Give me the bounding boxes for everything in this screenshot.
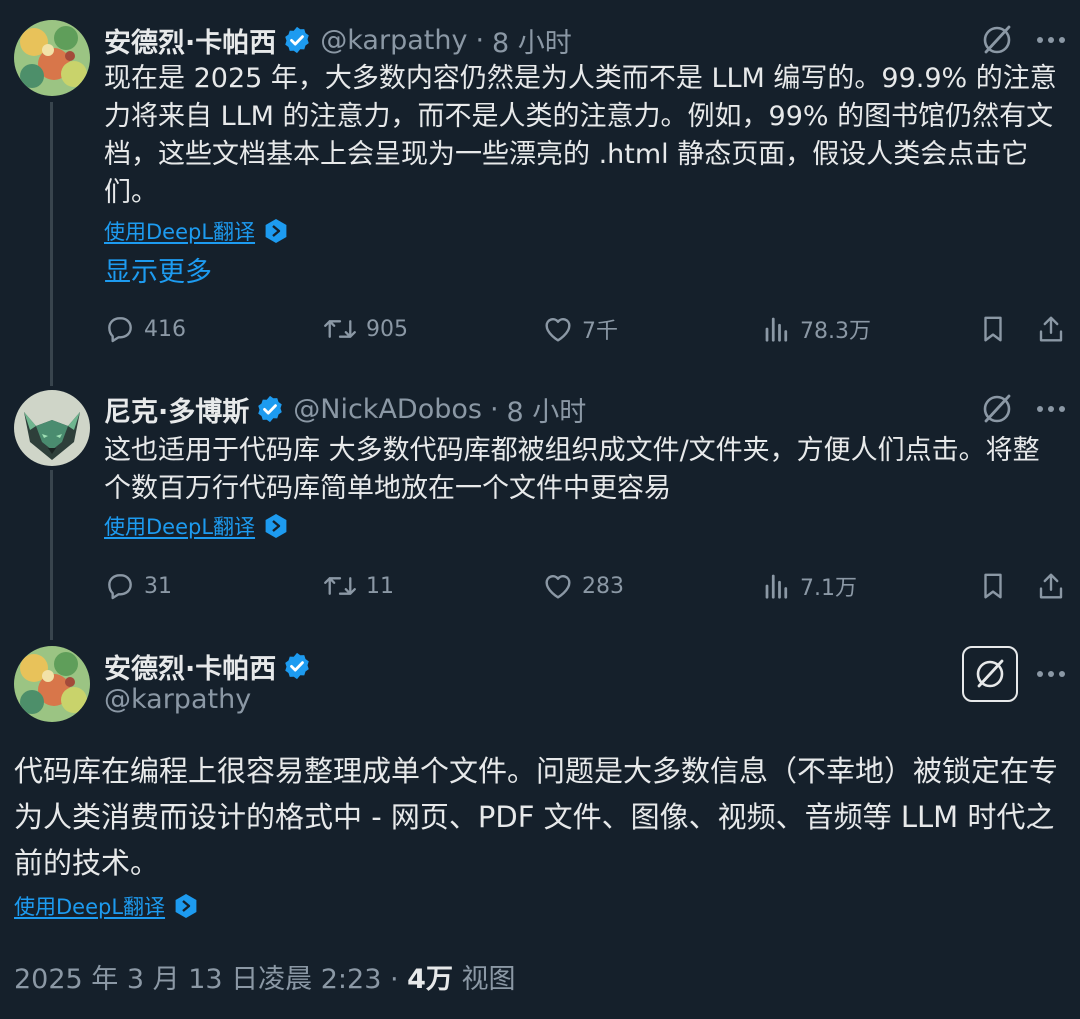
avatar-nickadobos[interactable] [14, 390, 90, 466]
tweet-time[interactable]: 8 小时 [492, 21, 572, 60]
like-count: 283 [582, 573, 624, 599]
bookmark-button[interactable] [978, 309, 1008, 349]
deepl-icon [175, 894, 197, 918]
share-button[interactable] [1036, 566, 1066, 606]
translate-link[interactable]: 使用DeepL翻译 [104, 216, 289, 246]
like-button[interactable]: 283 [542, 566, 624, 606]
tweet-header-actions [980, 20, 1066, 60]
analytics-icon [765, 317, 788, 342]
views-label: 视图 [461, 964, 516, 995]
retweet-button[interactable]: 905 [322, 309, 408, 349]
heart-icon [545, 318, 571, 342]
bookmark-icon [984, 573, 1002, 599]
views-button[interactable]: 78.3万 [762, 309, 871, 349]
heart-icon [545, 575, 571, 599]
author-name[interactable]: 尼克·多博斯 [104, 390, 249, 429]
tweet-thread-page: 安德烈·卡帕西 @karpathy · 8 小时 现在是 2025 年，大多数内… [0, 0, 1080, 1019]
views-total: 4万 [407, 964, 453, 995]
reply-icon [108, 317, 132, 343]
grok-icon[interactable] [980, 23, 1014, 57]
avatar-karpathy[interactable] [14, 646, 90, 722]
verified-badge-icon [285, 652, 310, 680]
author-name[interactable]: 安德烈·卡帕西 [104, 21, 276, 60]
action-bar: 416 905 7千 78.3万 [104, 309, 1066, 349]
separator-dot: · [389, 964, 399, 995]
tweet-text: 这也适用于代码库 大多数代码库都被组织成文件/文件夹，方便人们点击。将整个数百万… [104, 435, 1040, 504]
author-handle[interactable]: @karpathy [320, 25, 467, 56]
author-handle[interactable]: @NickADobos [293, 394, 482, 425]
like-button[interactable]: 7千 [542, 309, 618, 349]
translate-label[interactable]: 使用DeepL翻译 [14, 891, 165, 921]
analytics-icon [765, 574, 788, 599]
share-icon [1039, 316, 1063, 342]
verified-badge-icon [258, 395, 283, 423]
bookmark-icon [984, 316, 1002, 342]
main-tweet-text: 代码库在编程上很容易整理成单个文件。问题是大多数信息（不幸地）被锁定在专为人类消… [14, 754, 1059, 880]
grok-button[interactable] [962, 646, 1018, 702]
tweet-meta: 2025 年 3 月 13 日凌晨 2:23 · 4万 视图 [14, 957, 516, 996]
share-button[interactable] [1036, 309, 1066, 349]
translate-label[interactable]: 使用DeepL翻译 [104, 216, 255, 246]
reply-count: 31 [144, 573, 172, 599]
reply-icon [108, 574, 132, 600]
views-count: 7.1万 [800, 576, 857, 601]
tweet-header: 安德烈·卡帕西 @karpathy · 8 小时 [104, 20, 1080, 60]
retweet-count: 11 [366, 573, 394, 599]
show-more-link[interactable]: 显示更多 [104, 250, 212, 289]
like-count: 7千 [582, 319, 618, 344]
tweet-header: 尼克·多博斯 @NickADobos · 8 小时 [104, 389, 1080, 429]
tweet-timestamp[interactable]: 2025 年 3 月 13 日凌晨 2:23 [14, 964, 381, 995]
views-button[interactable]: 7.1万 [762, 566, 857, 606]
reply-count: 416 [144, 316, 186, 342]
separator-dot: · [489, 393, 499, 425]
more-icon[interactable] [1036, 36, 1066, 44]
bookmark-button[interactable] [978, 566, 1008, 606]
author-handle[interactable]: @karpathy [104, 684, 251, 715]
tweet-header-actions [980, 389, 1066, 429]
thread-line [50, 102, 53, 386]
more-icon[interactable] [1036, 670, 1066, 678]
views-count: 78.3万 [800, 319, 871, 344]
deepl-icon [265, 219, 287, 243]
thread-line [50, 470, 53, 640]
reply-button[interactable]: 416 [104, 309, 186, 349]
main-tweet-author: 安德烈·卡帕西 [104, 644, 320, 688]
grok-icon [976, 659, 1004, 688]
retweet-count: 905 [366, 316, 408, 342]
action-bar: 31 11 283 7.1万 [104, 566, 1066, 606]
retweet-icon [324, 577, 356, 595]
deepl-icon [265, 514, 287, 538]
translate-link[interactable]: 使用DeepL翻译 [104, 511, 289, 541]
verified-badge-icon [285, 26, 310, 54]
author-name[interactable]: 安德烈·卡帕西 [104, 647, 276, 686]
share-icon [1039, 573, 1063, 599]
tweet-text: 现在是 2025 年，大多数内容仍然是为人类而不是 LLM 编写的。99.9% … [104, 63, 1057, 208]
grok-icon[interactable] [980, 392, 1014, 426]
more-icon[interactable] [1036, 405, 1066, 413]
retweet-button[interactable]: 11 [322, 566, 394, 606]
separator-dot: · [475, 24, 485, 56]
translate-link[interactable]: 使用DeepL翻译 [14, 891, 199, 921]
reply-button[interactable]: 31 [104, 566, 172, 606]
retweet-icon [324, 320, 356, 338]
translate-label[interactable]: 使用DeepL翻译 [104, 511, 255, 541]
avatar-karpathy[interactable] [14, 20, 90, 96]
tweet-time[interactable]: 8 小时 [507, 390, 587, 429]
